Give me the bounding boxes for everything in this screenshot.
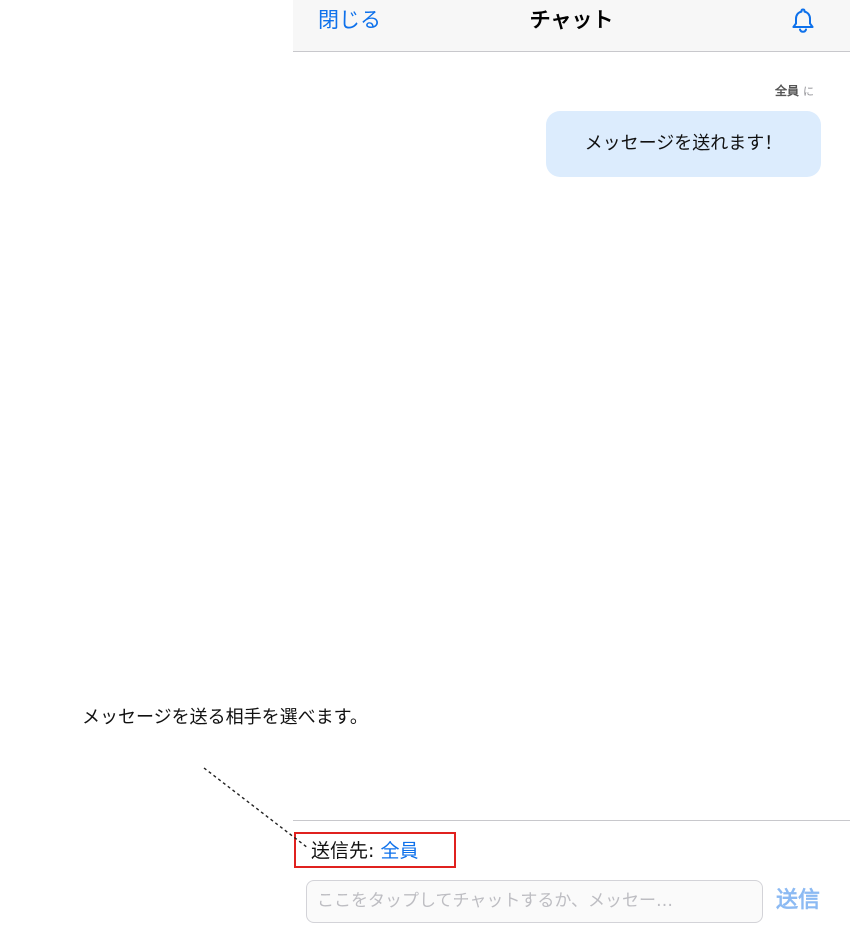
- recipient-selector[interactable]: 送信先: 全員: [311, 838, 418, 864]
- annotation-text: メッセージを送る相手を選べます。: [82, 707, 368, 728]
- message-recipient-meta: 全員に: [775, 83, 814, 100]
- chat-input[interactable]: ここをタップしてチャットするか、メッセー…: [306, 880, 763, 923]
- page-title: チャット: [529, 8, 614, 32]
- send-button[interactable]: 送信: [776, 884, 820, 918]
- recipient-value[interactable]: 全員: [380, 840, 418, 862]
- recipient-label: 送信先:: [311, 840, 375, 862]
- chat-screen: 閉じる チャット 全員に メッセージを送れます！ 送信先: 全員 ここをタップし…: [293, 0, 850, 936]
- bell-icon[interactable]: [789, 6, 817, 34]
- nav-bar: 閉じる チャット: [293, 0, 850, 52]
- message-recipient-suffix: に: [803, 85, 814, 98]
- message-recipient-name: 全員: [774, 84, 799, 98]
- tutorial-screenshot: 閉じる チャット 全員に メッセージを送れます！ 送信先: 全員 ここをタップし…: [0, 0, 850, 936]
- message-bubble: メッセージを送れます！: [546, 111, 821, 177]
- composer-divider: [293, 820, 850, 821]
